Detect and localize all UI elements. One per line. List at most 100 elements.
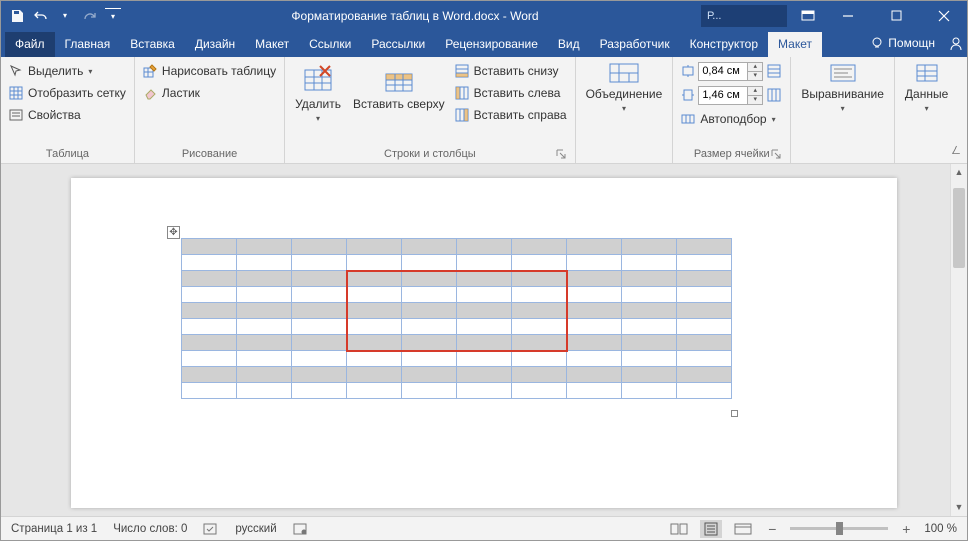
help-tell-me[interactable]: Помощн [860,31,945,56]
read-mode-icon[interactable] [668,520,690,538]
delete-label: Удалить [295,97,341,111]
tab-layout[interactable]: Макет [245,32,299,57]
window-title: Форматирование таблиц в Word.docx - Word [129,9,701,23]
tab-dev[interactable]: Разработчик [590,32,680,57]
align-label: Выравнивание [801,87,884,101]
collapse-ribbon-icon[interactable]: ㄥ [951,142,961,157]
group-align-label [797,146,888,163]
zoom-value[interactable]: 100 % [924,523,957,535]
col-width-icon [681,88,695,102]
save-icon[interactable] [9,8,25,24]
col-width-input[interactable]: ▴▾ [698,85,763,106]
row-height-input[interactable]: ▴▾ [698,61,763,82]
insert-below-label: Вставить снизу [474,64,559,78]
word-table[interactable] [181,238,732,399]
group-table: Выделить▾ Отобразить сетку Свойства Табл… [1,57,135,163]
user-initial: Р... [707,10,721,22]
eraser-label: Ластик [162,86,200,100]
scroll-up-icon[interactable]: ▲ [951,164,967,181]
zoom-slider[interactable] [790,527,888,530]
show-grid-label: Отобразить сетку [28,86,126,100]
tab-mail[interactable]: Рассылки [361,32,435,57]
tab-design[interactable]: Дизайн [185,32,245,57]
tab-insert[interactable]: Вставка [120,32,185,57]
data-label: Данные [905,87,948,101]
print-layout-icon[interactable] [700,520,722,538]
group-merge-label [582,146,667,163]
share-button[interactable] [945,30,967,57]
dialog-launcher-icon[interactable] [555,148,567,160]
align-button[interactable]: Выравнивание▾ [797,60,888,146]
insert-above-button[interactable]: Вставить сверху [349,60,449,146]
merge-label: Объединение [586,87,663,101]
group-size-label: Размер ячейки [679,146,784,163]
tab-home[interactable]: Главная [55,32,121,57]
distribute-cols-icon[interactable] [766,87,782,103]
group-table-label: Таблица [7,146,128,163]
data-icon [914,62,940,84]
group-rows-cols: Удалить▾ Вставить сверху Вставить снизу … [285,57,575,163]
insert-right-button[interactable]: Вставить справа [453,104,569,126]
document-area: ✥ ▲ ▼ [1,164,967,516]
draw-table-label: Нарисовать таблицу [162,64,276,78]
help-label: Помощн [888,36,935,50]
tab-review[interactable]: Рецензирование [435,32,548,57]
status-words[interactable]: Число слов: 0 [113,523,187,535]
dialog-launcher-icon[interactable] [770,148,782,160]
tab-view[interactable]: Вид [548,32,590,57]
group-draw-label: Рисование [141,146,278,163]
group-merge: Объединение▾ [576,57,674,163]
page[interactable]: ✥ [71,178,897,508]
select-button[interactable]: Выделить▾ [7,60,128,82]
properties-label: Свойства [28,108,81,122]
document-scroll[interactable]: ✥ [1,164,950,516]
show-grid-button[interactable]: Отобразить сетку [7,82,128,104]
tab-table-layout[interactable]: Макет [768,32,822,57]
autofit-button[interactable]: Автоподбор▾ [679,108,784,130]
align-icon [828,62,858,84]
close-button[interactable] [921,1,967,30]
eraser-button[interactable]: Ластик [141,82,278,104]
macro-record-icon[interactable] [293,522,309,536]
autofit-label: Автоподбор [700,112,766,126]
scroll-down-icon[interactable]: ▼ [951,499,967,516]
user-badge[interactable]: Р... [701,5,787,27]
spellcheck-icon[interactable] [203,522,219,536]
maximize-button[interactable] [873,1,919,30]
vertical-scrollbar[interactable]: ▲ ▼ [950,164,967,516]
table-resize-handle[interactable] [731,410,738,417]
delete-button[interactable]: Удалить▾ [291,60,345,146]
delete-icon [302,62,334,94]
undo-menu-caret[interactable]: ▾ [57,8,73,24]
data-button[interactable]: Данные▾ [901,60,952,146]
group-data-label [901,146,952,163]
tab-construct[interactable]: Конструктор [680,32,768,57]
web-layout-icon[interactable] [732,520,754,538]
qat-customize-caret[interactable]: ▾ [105,8,121,24]
redo-icon[interactable] [81,8,97,24]
group-draw: Нарисовать таблицу Ластик Рисование [135,57,285,163]
insert-above-label: Вставить сверху [353,98,445,111]
bulb-icon [870,36,884,50]
merge-button[interactable]: Объединение▾ [582,60,667,146]
properties-button[interactable]: Свойства [7,104,128,126]
zoom-out-button[interactable]: − [764,521,780,537]
insert-above-icon [383,62,415,94]
tab-file[interactable]: Файл [5,32,55,57]
table-move-handle[interactable]: ✥ [167,226,180,239]
group-align: Выравнивание▾ [791,57,895,163]
minimize-button[interactable] [825,1,871,30]
undo-icon[interactable] [33,8,49,24]
insert-below-button[interactable]: Вставить снизу [453,60,569,82]
status-page[interactable]: Страница 1 из 1 [11,523,97,535]
insert-left-button[interactable]: Вставить слева [453,82,569,104]
zoom-in-button[interactable]: + [898,521,914,537]
distribute-rows-icon[interactable] [766,63,782,79]
row-height-icon [681,64,695,78]
status-lang[interactable]: русский [235,523,276,535]
ribbon-tabs: Файл Главная Вставка Дизайн Макет Ссылки… [1,30,967,57]
ribbon-display-button[interactable] [793,1,823,30]
scroll-thumb[interactable] [953,188,965,268]
tab-refs[interactable]: Ссылки [299,32,361,57]
draw-table-button[interactable]: Нарисовать таблицу [141,60,278,82]
